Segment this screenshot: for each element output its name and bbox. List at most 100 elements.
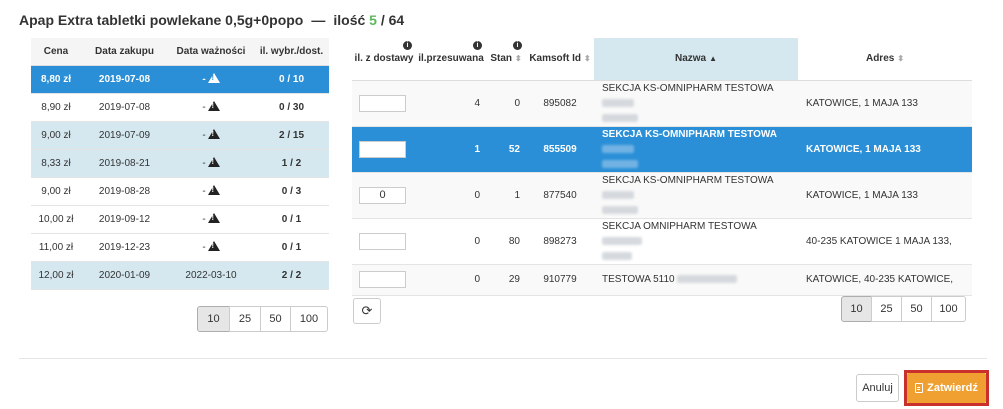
- page-size-50[interactable]: 50: [901, 296, 932, 322]
- price-cell: 9,00 zł: [31, 177, 81, 206]
- page-size-10[interactable]: 10: [841, 296, 872, 322]
- title-dash: —: [311, 12, 326, 28]
- page-size-10[interactable]: 10: [197, 306, 230, 332]
- purchase-date-cell: 2020-01-09: [81, 261, 168, 290]
- shifted-cell: 1: [416, 126, 486, 173]
- delivery-input-cell: [352, 172, 416, 219]
- info-icon: i: [473, 41, 482, 50]
- col-stock[interactable]: Stan ⬍ i: [486, 38, 526, 81]
- delivery-qty-input[interactable]: [359, 232, 406, 250]
- document-icon: [915, 383, 924, 393]
- address-cell: KATOWICE, 1 MAJA 133: [798, 126, 972, 173]
- expiry-cell: -: [168, 205, 254, 234]
- qty-cell: 0 / 3: [254, 177, 329, 206]
- table-row[interactable]: 1 52 855509 SEKCJA KS-OMNIPHARM TESTOWA …: [352, 126, 972, 173]
- table-row[interactable]: 8,90 zł 2019-07-08 - 0 / 30: [31, 93, 329, 122]
- refresh-button[interactable]: ⟳: [353, 298, 381, 324]
- confirm-label: Zatwierdź: [927, 382, 978, 394]
- info-icon: i: [513, 41, 522, 50]
- col-address[interactable]: Adres ⬍: [798, 38, 972, 81]
- delivery-qty-input[interactable]: [359, 271, 406, 288]
- delivery-qty-input[interactable]: [359, 140, 406, 158]
- qty-cell: 0 / 1: [254, 233, 329, 262]
- col-expiry-date[interactable]: Data ważności: [168, 38, 254, 66]
- price-cell: 12,00 zł: [31, 261, 81, 290]
- price-cell: 8,90 zł: [31, 93, 81, 122]
- stock-cell: 80: [486, 218, 526, 265]
- page-size-25[interactable]: 25: [871, 296, 902, 322]
- page-size-100[interactable]: 100: [290, 306, 328, 332]
- delivery-input-cell: [352, 264, 416, 296]
- col-price[interactable]: Cena: [31, 38, 81, 66]
- table-row[interactable]: 11,00 zł 2019-12-23 - 0 / 1: [31, 233, 329, 262]
- price-cell: 10,00 zł: [31, 205, 81, 234]
- qty-label: ilość: [333, 12, 366, 28]
- table-row[interactable]: 4 0 895082 SEKCJA KS-OMNIPHARM TESTOWA K…: [352, 80, 972, 127]
- col-name[interactable]: Nazwa ▲: [594, 38, 798, 81]
- price-cell: 11,00 zł: [31, 233, 81, 262]
- expiry-cell: -: [168, 149, 254, 178]
- col-delivery-qty[interactable]: il. z dostawy i: [352, 38, 416, 81]
- warning-icon: [207, 129, 220, 139]
- confirm-button[interactable]: Zatwierdź: [907, 373, 986, 403]
- shifted-cell: 0: [416, 218, 486, 265]
- qty-cell: 2 / 15: [254, 121, 329, 150]
- col-kamsoft-id[interactable]: Kamsoft Id ⬍: [526, 38, 594, 81]
- page-size-25[interactable]: 25: [229, 306, 261, 332]
- expiry-cell: -: [168, 121, 254, 150]
- expiry-cell: -: [168, 177, 254, 206]
- page-title: Apap Extra tabletki powlekane 0,5g+0popo…: [19, 12, 404, 28]
- sort-icon: ⬍: [897, 54, 905, 64]
- qty-cell: 0 / 30: [254, 93, 329, 122]
- name-cell: SEKCJA KS-OMNIPHARM TESTOWA: [594, 80, 798, 127]
- kamsoft-id-cell: 877540: [526, 172, 594, 219]
- address-cell: KATOWICE, 40-235 KATOWICE,: [798, 264, 972, 296]
- purchase-date-cell: 2019-07-08: [81, 65, 168, 94]
- table-row[interactable]: 9,00 zł 2019-07-09 - 2 / 15: [31, 121, 329, 150]
- name-cell: SEKCJA KS-OMNIPHARM TESTOWA: [594, 126, 798, 173]
- table-row[interactable]: 8,33 zł 2019-08-21 - 1 / 2: [31, 149, 329, 178]
- warning-icon: [207, 73, 220, 83]
- qty-cell: 0 / 10: [254, 65, 329, 94]
- sort-icon: ⬍: [514, 54, 522, 64]
- kamsoft-id-cell: 895082: [526, 80, 594, 127]
- table-row[interactable]: 0 29 910779 TESTOWA 5110 KATOWICE, 40-23…: [352, 264, 972, 296]
- address-cell: KATOWICE, 1 MAJA 133: [798, 172, 972, 219]
- qty-total: 64: [388, 12, 405, 28]
- col-selected-delivered[interactable]: il. wybr./dost.: [254, 38, 329, 66]
- pharmacies-page-size: 10 25 50 100: [841, 296, 966, 322]
- price-cell: 8,80 zł: [31, 65, 81, 94]
- stock-cell: 0: [486, 80, 526, 127]
- pharmacies-header-row: il. z dostawy i il.przesuwana i Stan ⬍ i Kam…: [352, 38, 972, 81]
- table-row[interactable]: 12,00 zł 2020-01-09 2022-03-10 2 / 2: [31, 261, 329, 290]
- expiry-cell: -: [168, 93, 254, 122]
- col-shifted-qty[interactable]: il.przesuwana i: [416, 38, 486, 81]
- cancel-button[interactable]: Anuluj: [856, 374, 899, 402]
- table-row[interactable]: 0 80 898273 SEKCJA OMNIPHARM TESTOWA 40-…: [352, 218, 972, 265]
- name-cell: SEKCJA OMNIPHARM TESTOWA: [594, 218, 798, 265]
- table-row[interactable]: 8,80 zł 2019-07-08 - 0 / 10: [31, 65, 329, 94]
- address-cell: KATOWICE, 1 MAJA 133: [798, 80, 972, 127]
- warning-icon: [207, 241, 220, 251]
- expiry-cell: -: [168, 65, 254, 94]
- page-size-50[interactable]: 50: [260, 306, 291, 332]
- delivery-qty-input[interactable]: [359, 186, 406, 204]
- name-cell: SEKCJA KS-OMNIPHARM TESTOWA: [594, 172, 798, 219]
- table-row[interactable]: 9,00 zł 2019-08-28 - 0 / 3: [31, 177, 329, 206]
- table-row[interactable]: 10,00 zł 2019-09-12 - 0 / 1: [31, 205, 329, 234]
- kamsoft-id-cell: 855509: [526, 126, 594, 173]
- address-cell: 40-235 KATOWICE 1 MAJA 133,: [798, 218, 972, 265]
- delivery-qty-input[interactable]: [359, 94, 406, 112]
- warning-icon: [207, 157, 220, 167]
- qty-cell: 1 / 2: [254, 149, 329, 178]
- page-size-100[interactable]: 100: [931, 296, 966, 322]
- delivery-input-cell: [352, 218, 416, 265]
- table-row[interactable]: 0 1 877540 SEKCJA KS-OMNIPHARM TESTOWA K…: [352, 172, 972, 219]
- purchase-date-cell: 2019-07-09: [81, 121, 168, 150]
- stock-cell: 52: [486, 126, 526, 173]
- col-purchase-date[interactable]: Data zakupu: [81, 38, 168, 66]
- batches-table: Cena Data zakupu Data ważności il. wybr.…: [31, 38, 329, 290]
- info-icon: i: [403, 41, 412, 50]
- shifted-cell: 4: [416, 80, 486, 127]
- warning-icon: [207, 101, 220, 111]
